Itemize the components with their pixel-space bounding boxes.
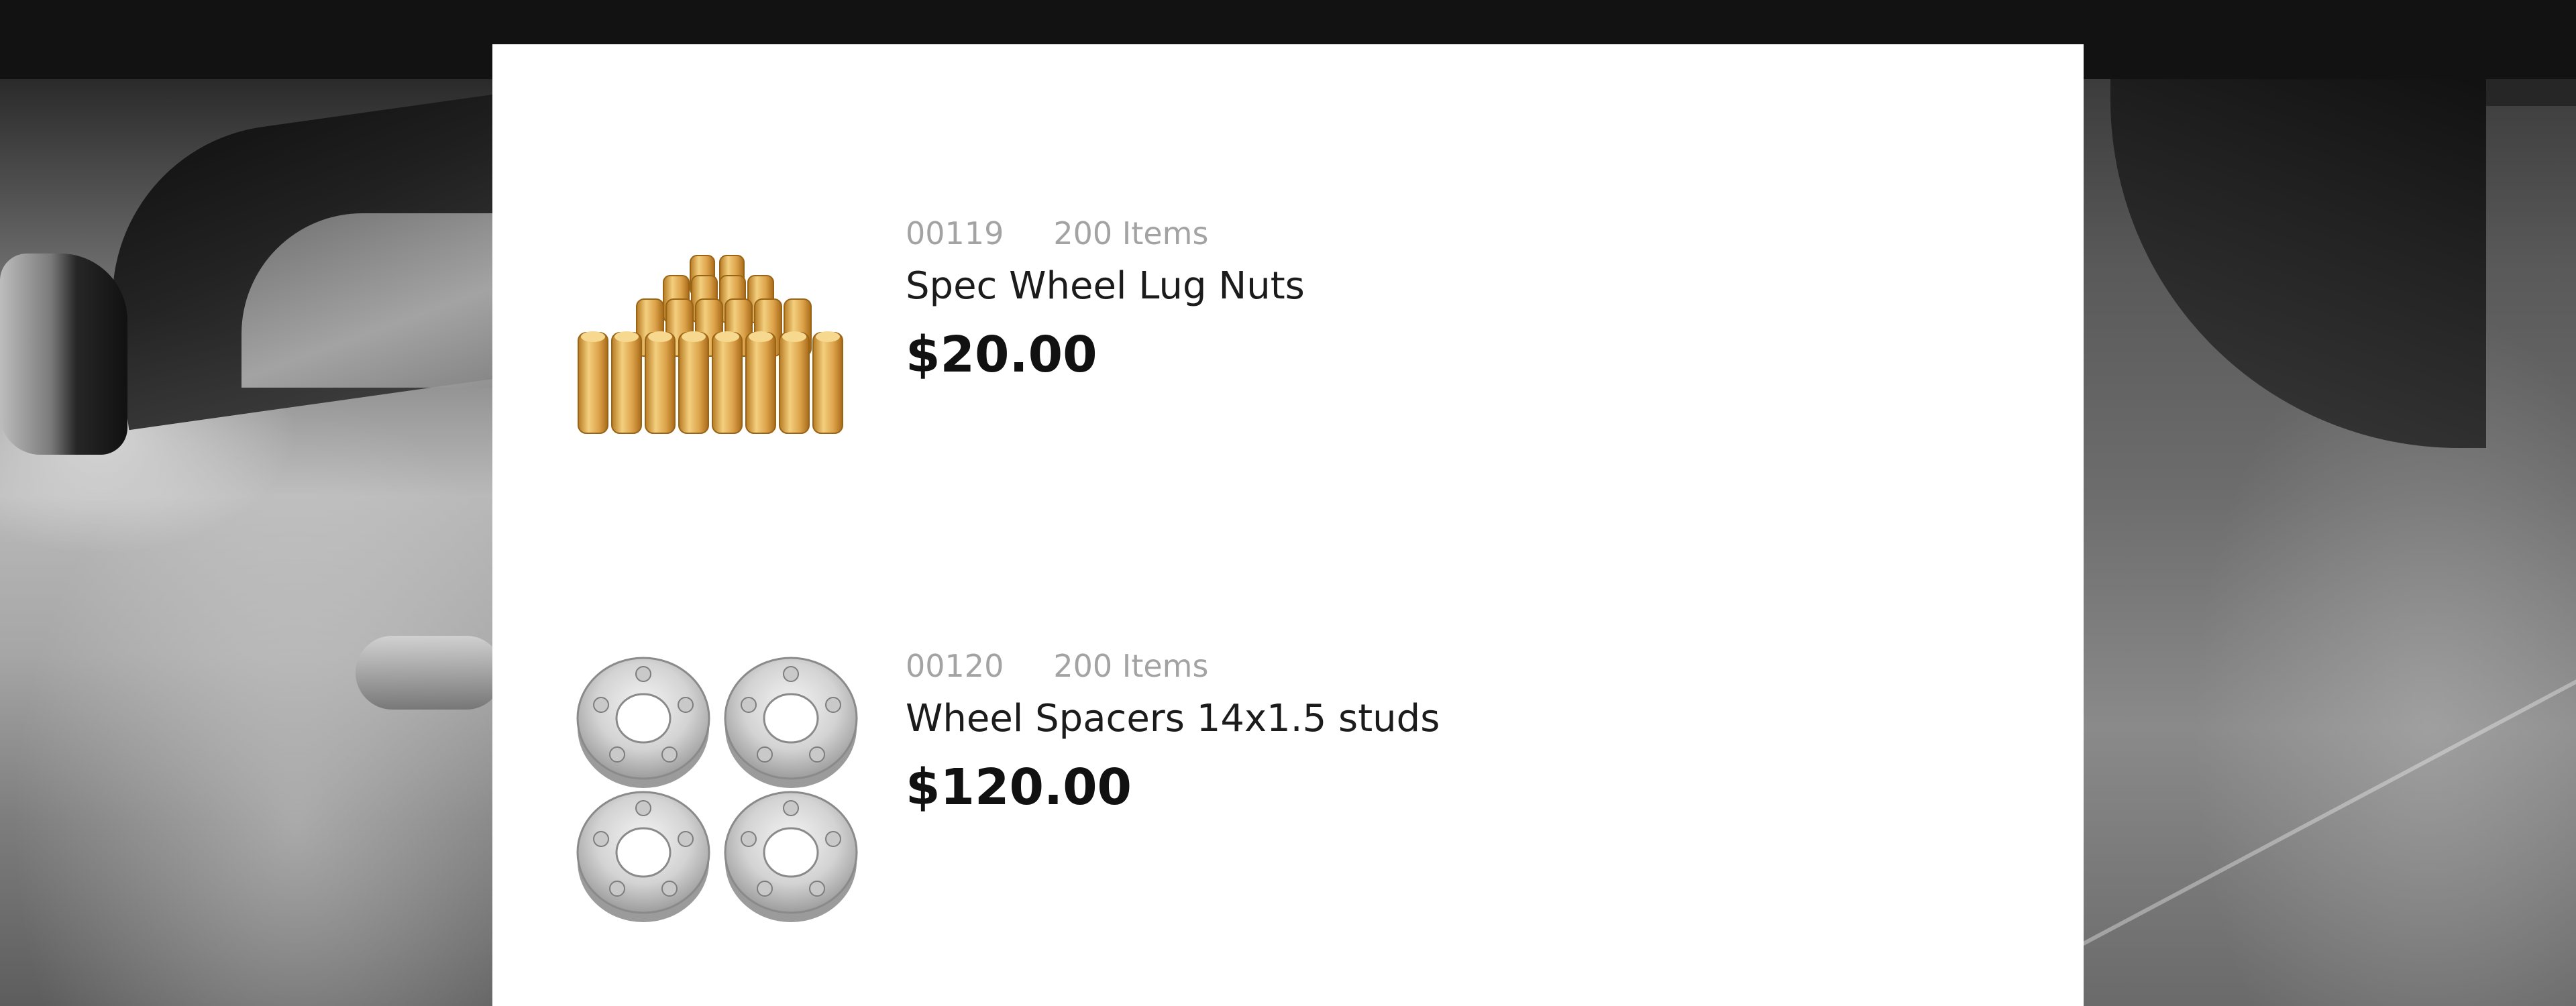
car-body-line [2084, 574, 2576, 956]
product-items-count: 200 Items [1053, 215, 1209, 252]
product-sku: 00120 [906, 648, 1004, 684]
car-door-handle [356, 636, 492, 710]
product-name[interactable]: Spec Wheel Lug Nuts [906, 262, 1305, 311]
product-info: 00119 200 Items Spec Wheel Lug Nuts $20.0… [906, 212, 1305, 385]
wheel-spacers-image[interactable] [573, 645, 861, 933]
background-car-left [0, 79, 492, 1006]
wheel-spacers-icon [576, 657, 858, 922]
product-item[interactable]: 00120 200 Items Wheel Spacers 14x1.5 stud… [573, 645, 1982, 940]
product-item[interactable]: 00119 200 Items Spec Wheel Lug Nuts $20.0… [573, 212, 1982, 507]
lug-nuts-image[interactable] [573, 212, 861, 500]
product-sku: 00119 [906, 215, 1004, 252]
car-mirror [0, 254, 127, 455]
background-car-right [2084, 79, 2576, 1006]
product-info: 00120 200 Items Wheel Spacers 14x1.5 stud… [906, 645, 1440, 818]
lug-nuts-icon [578, 255, 843, 434]
product-name[interactable]: Wheel Spacers 14x1.5 studs [906, 694, 1440, 744]
product-price: $20.00 [906, 326, 1097, 384]
product-panel: 00119 200 Items Spec Wheel Lug Nuts $20.0… [492, 44, 2084, 1006]
product-items-count: 200 Items [1053, 648, 1209, 684]
product-meta: 00119 200 Items [906, 212, 1305, 255]
product-price: $120.00 [906, 759, 1132, 816]
product-meta: 00120 200 Items [906, 645, 1440, 687]
car-rear-glass [2110, 79, 2486, 448]
